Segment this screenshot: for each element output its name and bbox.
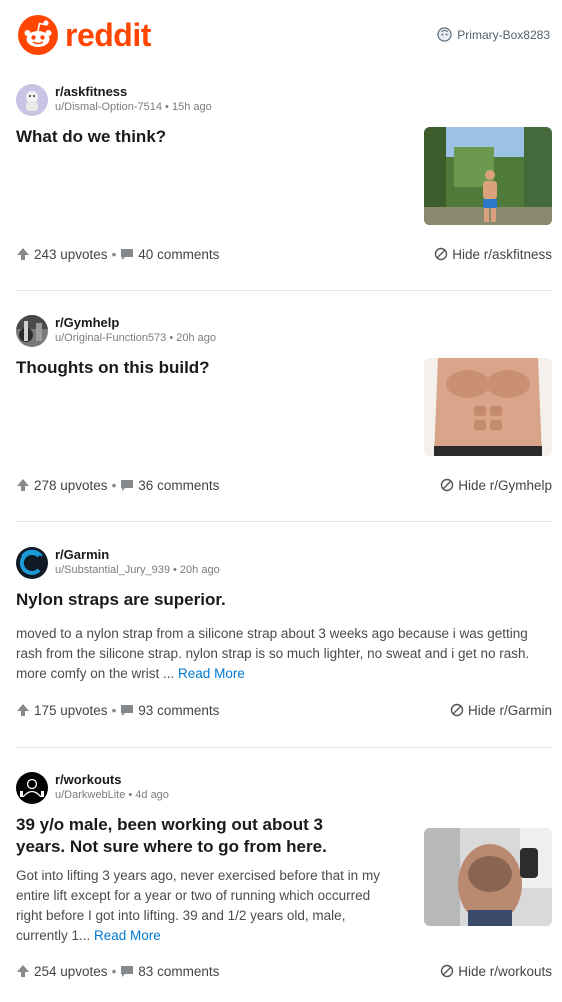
separator: • bbox=[111, 246, 117, 262]
body-line: right before I got into lifting. 39 and … bbox=[16, 908, 346, 923]
separator: • bbox=[111, 963, 117, 979]
separator: • bbox=[111, 477, 117, 493]
upvote-count: 278 upvotes bbox=[34, 477, 108, 493]
upvote-arrow-icon bbox=[17, 479, 29, 491]
post-body[interactable]: moved to a nylon strap from a silicone s… bbox=[16, 624, 552, 684]
hide-subreddit-button[interactable]: Hide r/Gymhelp bbox=[440, 478, 552, 493]
post-footer: 254 upvotes • 83 comments Hide r/workout… bbox=[16, 962, 552, 980]
post-byline: u/Original-Function573 • 20h ago bbox=[55, 332, 217, 344]
subreddit-avatar[interactable] bbox=[16, 547, 48, 579]
body-line: rash from the silicone strap. nylon stra… bbox=[16, 646, 530, 661]
read-more-link[interactable]: Read More bbox=[178, 666, 245, 681]
post-footer: 175 upvotes • 93 comments Hide r/Garmin bbox=[16, 701, 552, 719]
post-meta: r/Garmin u/Substantial_Jury_939 • 20h ag… bbox=[16, 547, 552, 579]
logo-text: reddit bbox=[65, 17, 151, 53]
subreddit-avatar[interactable] bbox=[16, 772, 48, 804]
subreddit-name[interactable]: r/askfitness bbox=[55, 84, 212, 100]
post-meta: r/askfitness u/Dismal-Option-7514 • 15h … bbox=[16, 84, 552, 116]
body-line: Got into lifting 3 years ago, never exer… bbox=[16, 868, 380, 883]
post-title[interactable]: Thoughts on this build? bbox=[16, 357, 210, 379]
upvote-stat[interactable]: 243 upvotes bbox=[16, 247, 108, 262]
upvote-stat[interactable]: 254 upvotes bbox=[16, 964, 108, 979]
upvote-count: 254 upvotes bbox=[34, 963, 108, 979]
reddit-logo[interactable]: reddit bbox=[17, 14, 151, 56]
header: reddit Primary-Box8283 bbox=[0, 0, 562, 70]
body-line: more comfy on the wrist ... bbox=[16, 666, 179, 681]
subreddit-name[interactable]: r/Garmin bbox=[55, 547, 220, 563]
hide-label: Hide r/Garmin bbox=[467, 702, 552, 718]
upvote-count: 243 upvotes bbox=[34, 246, 108, 262]
separator: • bbox=[111, 702, 117, 718]
subreddit-name[interactable]: r/Gymhelp bbox=[55, 315, 216, 331]
post-meta: r/Gymhelp u/Original-Function573 • 20h a… bbox=[16, 315, 552, 347]
comment-count: 83 comments bbox=[138, 963, 220, 979]
reddit-snoo-icon bbox=[18, 15, 58, 55]
comment-count: 40 comments bbox=[138, 246, 220, 262]
title-line: 39 y/o male, been working out about 3 bbox=[16, 815, 324, 834]
comment-bubble-icon bbox=[121, 966, 134, 977]
upvote-arrow-icon bbox=[17, 704, 29, 716]
hide-subreddit-button[interactable]: Hide r/workouts bbox=[440, 964, 552, 979]
comments-stat[interactable]: 36 comments bbox=[120, 478, 219, 493]
hide-icon bbox=[441, 964, 454, 978]
post-thumbnail[interactable] bbox=[424, 358, 552, 456]
post-thumbnail[interactable] bbox=[424, 828, 552, 926]
body-line: moved to a nylon strap from a silicone s… bbox=[16, 626, 528, 641]
title-line: years. Not sure where to go from here. bbox=[16, 837, 327, 856]
hide-subreddit-button[interactable]: Hide r/askfitness bbox=[434, 247, 552, 262]
post-byline: u/Substantial_Jury_939 • 20h ago bbox=[55, 564, 220, 576]
post-card[interactable]: r/Garmin u/Substantial_Jury_939 • 20h ag… bbox=[16, 547, 552, 727]
hide-subreddit-button[interactable]: Hide r/Garmin bbox=[450, 703, 552, 718]
post-title[interactable]: Nylon straps are superior. bbox=[16, 589, 226, 611]
comment-count: 36 comments bbox=[138, 477, 220, 493]
comments-stat[interactable]: 93 comments bbox=[120, 703, 219, 718]
hide-label: Hide r/Gymhelp bbox=[458, 477, 552, 493]
post-title[interactable]: What do we think? bbox=[16, 126, 166, 148]
comment-count: 93 comments bbox=[138, 702, 220, 718]
comments-stat[interactable]: 40 comments bbox=[120, 247, 219, 262]
upvote-arrow-icon bbox=[17, 248, 29, 260]
user-menu[interactable]: Primary-Box8283 bbox=[437, 27, 550, 42]
hide-label: Hide r/askfitness bbox=[452, 246, 552, 262]
hide-icon bbox=[435, 247, 448, 261]
post-thumbnail[interactable] bbox=[424, 127, 552, 225]
upvote-stat[interactable]: 278 upvotes bbox=[16, 478, 108, 493]
user-avatar-icon bbox=[437, 27, 452, 42]
comments-stat[interactable]: 83 comments bbox=[120, 964, 219, 979]
post-byline: u/Dismal-Option-7514 • 15h ago bbox=[55, 101, 212, 113]
hide-label: Hide r/workouts bbox=[458, 963, 552, 979]
post-footer: 278 upvotes • 36 comments Hide r/Gymhelp bbox=[16, 476, 552, 494]
subreddit-avatar[interactable] bbox=[16, 84, 48, 116]
body-line: entire lift except for a year or two of … bbox=[16, 888, 371, 903]
upvote-count: 175 upvotes bbox=[34, 702, 108, 718]
post-title[interactable]: 39 y/o male, been working out about 3 ye… bbox=[16, 814, 406, 858]
post-footer: 243 upvotes • 40 comments Hide r/askfitn… bbox=[16, 245, 552, 263]
comment-bubble-icon bbox=[121, 480, 134, 491]
hide-icon bbox=[441, 478, 454, 492]
read-more-link[interactable]: Read More bbox=[94, 928, 161, 943]
post-divider bbox=[16, 747, 552, 748]
post-divider bbox=[16, 290, 552, 291]
subreddit-avatar[interactable] bbox=[16, 315, 48, 347]
post-card[interactable]: r/Gymhelp u/Original-Function573 • 20h a… bbox=[16, 315, 552, 501]
upvote-stat[interactable]: 175 upvotes bbox=[16, 703, 108, 718]
post-card[interactable]: r/workouts u/DarkwebLite • 4d ago 39 y/o… bbox=[16, 772, 552, 982]
post-card[interactable]: r/askfitness u/Dismal-Option-7514 • 15h … bbox=[16, 84, 552, 270]
hide-icon bbox=[450, 703, 464, 717]
upvote-arrow-icon bbox=[17, 965, 29, 977]
comment-bubble-icon bbox=[121, 249, 134, 260]
post-meta: r/workouts u/DarkwebLite • 4d ago bbox=[16, 772, 552, 804]
comment-bubble-icon bbox=[121, 705, 134, 716]
post-divider bbox=[16, 521, 552, 522]
body-line: currently 1... bbox=[16, 928, 95, 943]
username: Primary-Box8283 bbox=[457, 27, 550, 42]
subreddit-name[interactable]: r/workouts bbox=[55, 772, 169, 788]
post-body[interactable]: Got into lifting 3 years ago, never exer… bbox=[16, 866, 406, 946]
post-byline: u/DarkwebLite • 4d ago bbox=[55, 789, 169, 801]
